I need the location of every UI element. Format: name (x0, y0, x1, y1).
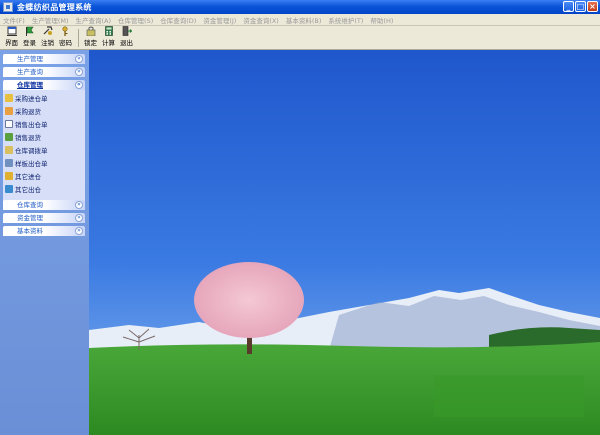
menu-fund-query[interactable]: 资金查询(X) (243, 15, 279, 25)
sidebar-group-production-query[interactable]: 生产查询 » (3, 67, 85, 77)
menu-warehouse-query[interactable]: 仓库查询(D) (160, 15, 196, 25)
key-icon (61, 26, 68, 36)
logout-button[interactable]: 注销 (41, 26, 54, 49)
menu-bar: 文件(F) 生产管理(M) 生产查询(A) 仓库管理(S) 仓库查询(D) 资金… (0, 14, 600, 26)
chevron-down-icon[interactable]: » (75, 68, 83, 76)
sidebar-group-warehouse-query[interactable]: 仓库查询 » (3, 200, 85, 210)
sidebar: 生产管理 » 生产查询 » 仓库管理 « 采购进仓单 采购退货 销售出仓单 销售… (0, 50, 89, 435)
window-icon (6, 26, 17, 36)
sidebar-item-warehouse-transfer[interactable]: 仓库调拨单 (5, 144, 48, 155)
menu-help[interactable]: 帮助(H) (370, 15, 393, 25)
sidebar-item-sales-return[interactable]: 销售退货 (5, 131, 41, 142)
sidebar-group-label: 资金管理 (17, 214, 43, 222)
sidebar-item-sample-out[interactable]: 样板出仓单 (5, 157, 48, 168)
sidebar-panel-warehouse: 采购进仓单 采购退货 销售出仓单 销售退货 仓库调拨单 样板出仓单 其它进仓 其… (3, 90, 85, 202)
box-icon (5, 132, 13, 141)
toolbar-separator (78, 29, 79, 47)
menu-warehouse-management[interactable]: 仓库管理(S) (118, 15, 153, 25)
lock-icon (86, 26, 95, 36)
return-icon (5, 106, 13, 115)
interface-button[interactable]: 界面 (5, 26, 18, 49)
chevron-down-icon[interactable]: » (75, 214, 83, 222)
menu-file[interactable]: 文件(F) (3, 15, 25, 25)
menu-basic-data[interactable]: 基本资料(B) (286, 15, 322, 25)
sidebar-group-label: 基本资料 (17, 227, 43, 235)
sidebar-item-purchase-in[interactable]: 采购进仓单 (5, 92, 48, 103)
sidebar-group-label: 生产查询 (17, 68, 43, 76)
maximize-button[interactable]: □ (575, 1, 586, 12)
menu-fund-management[interactable]: 资金管理(J) (203, 15, 236, 25)
menu-production-query[interactable]: 生产查询(A) (76, 15, 112, 25)
menu-production-management[interactable]: 生产管理(M) (32, 15, 69, 25)
sidebar-group-fund-management[interactable]: 资金管理 » (3, 213, 85, 223)
sidebar-group-warehouse-management[interactable]: 仓库管理 « (3, 80, 85, 90)
sidebar-group-basic-data[interactable]: 基本资料 » (3, 226, 85, 236)
chevron-down-icon[interactable]: » (75, 55, 83, 63)
title-bar: 金蝶纺织品管理系统 _ □ × (0, 0, 600, 14)
sample-icon (5, 158, 13, 167)
login-button[interactable]: 登录 (23, 26, 36, 49)
toolbar: 界面 登录 注销 密码 锁定 计算 退出 (0, 26, 600, 50)
calculate-button[interactable]: 计算 (102, 26, 115, 49)
lock-button[interactable]: 锁定 (84, 26, 97, 49)
password-button[interactable]: 密码 (59, 26, 72, 49)
window-title: 金蝶纺织品管理系统 (17, 2, 92, 12)
app-icon (3, 2, 13, 12)
window-controls: _ □ × (563, 1, 598, 12)
sidebar-group-label: 仓库查询 (17, 201, 43, 209)
cherry-blossom-tree (194, 262, 304, 338)
folder-icon (5, 171, 13, 180)
calculator-icon (104, 26, 113, 36)
login-icon (25, 26, 34, 36)
grass-patch (434, 375, 584, 417)
sidebar-item-other-out[interactable]: 其它出仓 (5, 183, 41, 194)
chevron-down-icon[interactable]: » (75, 201, 83, 209)
close-button[interactable]: × (587, 1, 598, 12)
minimize-button[interactable]: _ (563, 1, 574, 12)
document-icon (5, 119, 13, 128)
sidebar-item-other-in[interactable]: 其它进仓 (5, 170, 41, 181)
exit-button[interactable]: 退出 (120, 26, 133, 49)
logout-icon (43, 26, 53, 35)
sidebar-group-production-management[interactable]: 生产管理 » (3, 54, 85, 64)
sidebar-item-sales-out[interactable]: 销售出仓单 (5, 118, 48, 129)
transfer-icon (5, 145, 13, 154)
chevron-down-icon[interactable]: » (75, 227, 83, 235)
landscape-wallpaper (89, 50, 600, 435)
sidebar-item-purchase-return[interactable]: 采购退货 (5, 105, 41, 116)
sidebar-group-label: 生产管理 (17, 55, 43, 63)
menu-system-maintenance[interactable]: 系统维护(T) (328, 15, 363, 25)
sidebar-group-label: 仓库管理 (17, 81, 43, 89)
exit-door-icon (122, 26, 132, 36)
computer-icon (5, 184, 13, 193)
main-background (89, 50, 600, 435)
chevron-up-icon[interactable]: « (75, 81, 83, 89)
folder-icon (5, 93, 13, 102)
